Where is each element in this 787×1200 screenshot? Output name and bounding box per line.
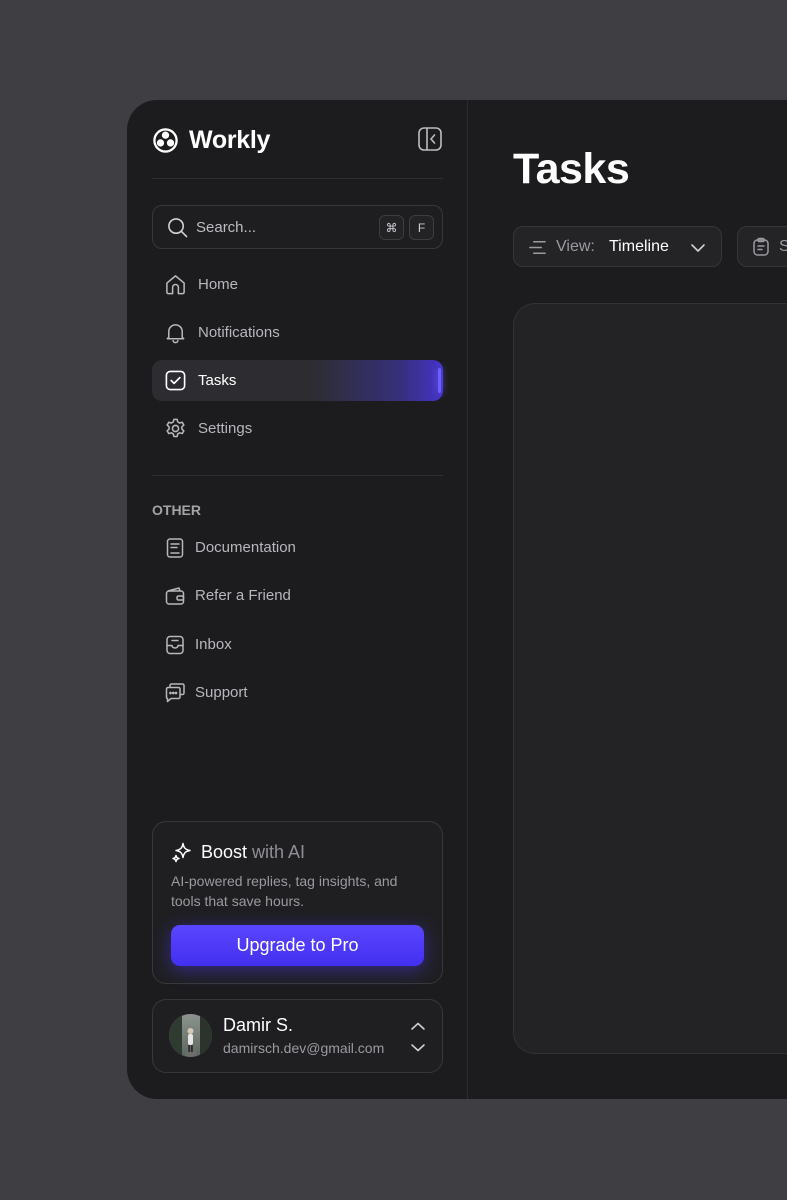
- secondary-toolbar-button[interactable]: S: [737, 226, 787, 267]
- logo[interactable]: Workly: [152, 125, 270, 155]
- content-panel: [513, 303, 787, 1054]
- document-icon: [166, 538, 184, 558]
- nav-label: Documentation: [195, 539, 296, 556]
- divider: [152, 178, 443, 179]
- nav-label: Tasks: [198, 372, 237, 389]
- search-input[interactable]: Search... ⌘ F: [152, 205, 443, 249]
- boost-title-main: Boost: [201, 842, 248, 862]
- sidebar: Workly Search... ⌘ F Home Notifications …: [127, 100, 468, 1099]
- avatar-image: [169, 1014, 212, 1057]
- page-title: Tasks: [513, 145, 630, 193]
- boost-description: AI-powered replies, tag insights, and to…: [171, 873, 398, 909]
- sidebar-collapse-icon: [418, 127, 442, 151]
- clipboard-icon: [753, 237, 769, 256]
- inbox-icon: [166, 635, 184, 655]
- nav-item-home[interactable]: Home: [152, 264, 443, 305]
- upgrade-to-pro-button[interactable]: Upgrade to Pro: [171, 925, 424, 966]
- nav-item-refer-a-friend[interactable]: Refer a Friend: [152, 578, 443, 614]
- bell-icon: [166, 324, 185, 344]
- search-icon: [168, 218, 188, 238]
- app-window: Workly Search... ⌘ F Home Notifications …: [127, 100, 787, 1099]
- shortcut-key-cmd: ⌘: [379, 215, 404, 240]
- nav-label: Refer a Friend: [195, 587, 291, 604]
- view-select[interactable]: View: Timeline: [513, 226, 722, 267]
- logo-icon: [153, 127, 178, 153]
- nav-label: Inbox: [195, 636, 232, 653]
- app-name: Workly: [189, 125, 271, 154]
- nav-item-tasks[interactable]: Tasks: [152, 360, 443, 401]
- gear-icon: [166, 418, 185, 438]
- user-name: Damir S.: [223, 1015, 294, 1035]
- filter-lines-icon: [529, 241, 546, 254]
- boost-title: Boost with AI: [201, 842, 305, 863]
- shortcut-key-f: F: [409, 215, 434, 240]
- nav-label: Notifications: [198, 324, 280, 341]
- user-profile-card[interactable]: Damir S. damirsch.dev@gmail.com: [152, 999, 443, 1073]
- divider: [152, 475, 443, 476]
- avatar: [169, 1014, 212, 1057]
- chevron-up-down-icon: [411, 1022, 425, 1052]
- nav-item-inbox[interactable]: Inbox: [152, 627, 443, 663]
- collapse-sidebar-button[interactable]: [417, 126, 443, 152]
- boost-ai-card: Boost with AI AI-powered replies, tag in…: [152, 821, 443, 984]
- nav-label: Settings: [198, 420, 253, 437]
- chevron-down-icon: [691, 244, 705, 252]
- view-selected-value: Timeline: [609, 238, 669, 255]
- nav-item-settings[interactable]: Settings: [152, 408, 443, 449]
- boost-title-rest: with AI: [247, 842, 306, 862]
- user-email: damirsch.dev@gmail.com: [223, 1040, 385, 1056]
- nav-item-support[interactable]: Support: [152, 675, 443, 711]
- nav-label: Support: [195, 684, 248, 701]
- home-icon: [166, 275, 185, 295]
- chat-icon: [165, 683, 185, 703]
- search-placeholder: Search...: [196, 219, 257, 236]
- nav-label: Home: [198, 276, 239, 293]
- secondary-toolbar-label: S: [779, 238, 787, 255]
- section-label-other: OTHER: [152, 502, 201, 518]
- check-square-icon: [165, 370, 186, 391]
- sparkle-icon: [172, 842, 191, 863]
- active-indicator: [438, 368, 441, 393]
- view-prefix-label: View:: [556, 238, 595, 255]
- nav-item-notifications[interactable]: Notifications: [152, 312, 443, 353]
- wallet-icon: [165, 587, 185, 605]
- nav-item-documentation[interactable]: Documentation: [152, 530, 443, 566]
